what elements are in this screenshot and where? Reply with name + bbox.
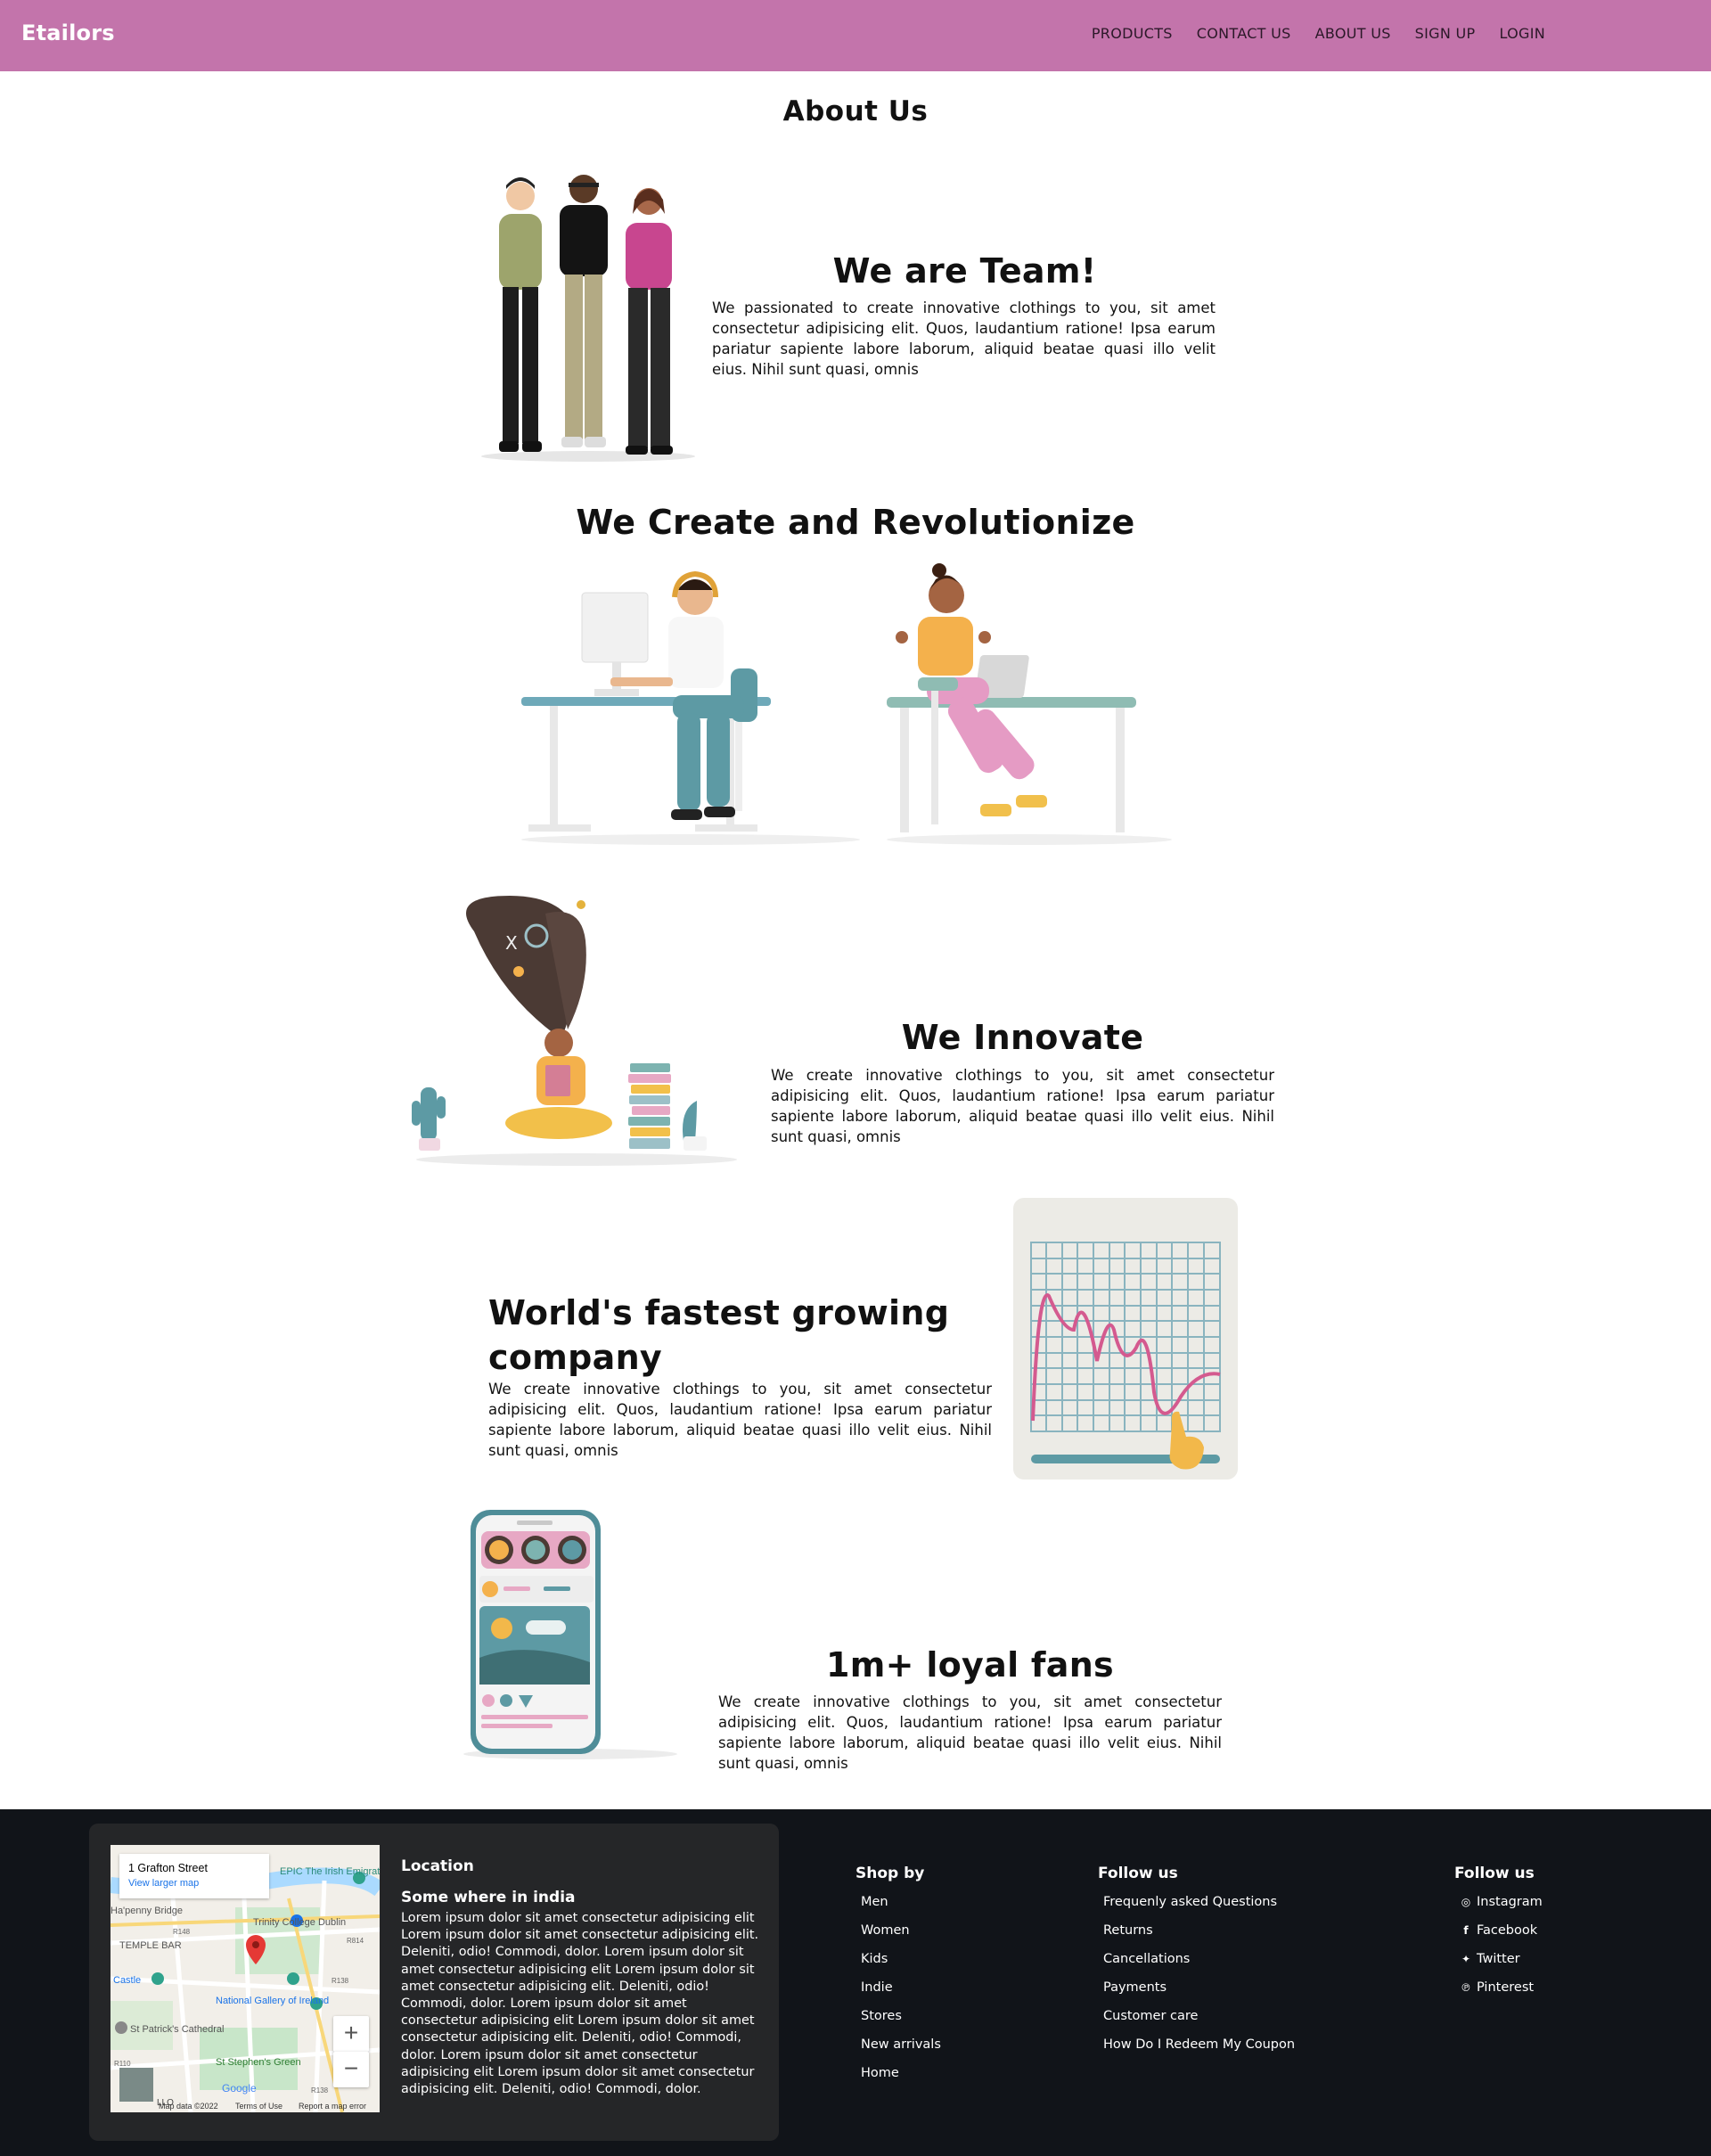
innovate-text: We create innovative clothings to you, s…	[771, 1067, 1274, 1145]
fans-text: We create innovative clothings to you, s…	[718, 1693, 1222, 1772]
innovate-heading: We Innovate	[901, 1018, 1144, 1057]
nav-link-sign-up[interactable]: SIGN UP	[1415, 25, 1476, 42]
nav-link-login[interactable]: LOGIN	[1499, 25, 1545, 42]
shop-link-kids[interactable]: Kids	[856, 1952, 941, 1966]
help-link-faq[interactable]: Frequenly asked Questions	[1098, 1895, 1295, 1909]
map-label-bridge: Ha'penny Bridge	[111, 1906, 183, 1916]
map-label-r814: R814	[347, 1937, 364, 1945]
shop-link-new-arrivals[interactable]: New arrivals	[856, 2037, 941, 2052]
location-subtitle: Some where in india	[401, 1889, 576, 1906]
social-link-instagram[interactable]: ◎ Instagram	[1454, 1895, 1543, 1909]
social-column: Follow us ◎ Instagram f Facebook ✦ Twitter …	[1454, 1865, 1543, 2009]
help-link-customer-care[interactable]: Customer care	[1098, 2009, 1295, 2023]
help-link-redeem-coupon[interactable]: How Do I Redeem My Coupon	[1098, 2037, 1295, 2052]
map-label-green: St Stephen's Green	[216, 2057, 301, 2068]
help-link-payments[interactable]: Payments	[1098, 1980, 1295, 1995]
growth-chart-illustration	[1011, 1196, 1240, 1481]
map-place-card: 1 Grafton Street View larger map	[119, 1854, 269, 1898]
pinterest-icon: ℗	[1461, 1981, 1471, 1994]
nav-link-about-us[interactable]: ABOUT US	[1315, 25, 1391, 42]
map-terms-link[interactable]: Terms of Use	[235, 2102, 282, 2111]
top-navbar: Etailors PRODUCTS CONTACT US ABOUT US SI…	[0, 0, 1711, 71]
map-label-r110: R110	[114, 2060, 131, 2068]
map-label-cathedral: St Patrick's Cathedral	[130, 2024, 224, 2035]
social-link-twitter[interactable]: ✦ Twitter	[1454, 1952, 1543, 1966]
fans-heading: 1m+ loyal fans	[826, 1645, 1114, 1685]
phone-illustration	[463, 1506, 686, 1760]
help-link-cancellations[interactable]: Cancellations	[1098, 1952, 1295, 1966]
social-label-facebook: Facebook	[1477, 1923, 1538, 1938]
brand-logo-link[interactable]: Etailors	[21, 20, 115, 45]
map-label-r148: R148	[173, 1928, 191, 1936]
team-illustration	[472, 169, 704, 463]
growing-heading: World's fastest growing company	[488, 1293, 950, 1377]
nav-link-contact-us[interactable]: CONTACT US	[1197, 25, 1291, 42]
zoom-out-button[interactable]: −	[333, 2052, 369, 2087]
nav-link-products[interactable]: PRODUCTS	[1092, 25, 1173, 42]
shop-link-home[interactable]: Home	[856, 2066, 941, 2080]
embedded-map[interactable]: EPIC The Irish Emigration Museum Ha'penn…	[111, 1845, 380, 2112]
site-footer: EPIC The Irish Emigration Museum Ha'penn…	[0, 1809, 1711, 2156]
map-label-gallery: National Gallery of Ireland	[216, 1996, 329, 2006]
svg-text:X: X	[505, 932, 518, 954]
man-at-desk-illustration	[512, 562, 869, 847]
google-logo: Google	[222, 2082, 257, 2095]
map-place-name: 1 Grafton Street	[128, 1862, 208, 1874]
page-title: About Us	[782, 95, 929, 127]
facebook-icon: f	[1463, 1924, 1469, 1937]
shop-by-column: Shop by Men Women Kids Indie Stores New …	[856, 1865, 941, 2095]
help-link-returns[interactable]: Returns	[1098, 1923, 1295, 1938]
innovate-illustration: X	[412, 878, 755, 1168]
map-label-epic: EPIC The Irish Emigration Museum	[280, 1866, 380, 1877]
social-label-pinterest: Pinterest	[1477, 1980, 1535, 1995]
team-heading: We are Team!	[832, 251, 1097, 291]
shop-link-women[interactable]: Women	[856, 1923, 941, 1938]
map-report-link[interactable]: Report a map error	[299, 2102, 366, 2111]
shop-link-indie[interactable]: Indie	[856, 1980, 941, 1995]
help-links-title: Follow us	[1098, 1865, 1178, 1882]
team-text: We passionated to create innovative clot…	[712, 299, 1216, 378]
shop-link-stores[interactable]: Stores	[856, 2009, 941, 2023]
woman-with-laptop-illustration	[882, 562, 1176, 847]
map-label-r138b: R138	[311, 2086, 329, 2095]
help-links-column: Follow us Frequenly asked Questions Retu…	[1098, 1865, 1295, 2066]
shop-by-title: Shop by	[856, 1865, 925, 1882]
social-link-pinterest[interactable]: ℗ Pinterest	[1454, 1980, 1543, 1995]
shop-link-men[interactable]: Men	[856, 1895, 941, 1909]
social-label-twitter: Twitter	[1477, 1952, 1520, 1966]
map-label-castle: Castle	[113, 1975, 141, 1986]
nav-links: PRODUCTS CONTACT US ABOUT US SIGN UP LOG…	[1092, 25, 1545, 42]
social-title: Follow us	[1454, 1865, 1535, 1882]
map-data-text: Map data ©2022	[159, 2102, 218, 2111]
view-larger-map-link[interactable]: View larger map	[128, 1878, 260, 1889]
map-label-temple: TEMPLE BAR	[119, 1940, 182, 1951]
social-link-facebook[interactable]: f Facebook	[1454, 1923, 1543, 1938]
twitter-icon: ✦	[1461, 1953, 1471, 1965]
instagram-icon: ◎	[1461, 1896, 1471, 1908]
growing-text: We create innovative clothings to you, s…	[488, 1381, 992, 1459]
create-heading: We Create and Revolutionize	[576, 503, 1135, 542]
zoom-in-button[interactable]: +	[333, 2016, 369, 2052]
map-label-r138: R138	[332, 1977, 349, 1985]
location-body-text: Lorem ipsum dolor sit amet consectetur a…	[401, 1911, 759, 2097]
social-label-instagram: Instagram	[1477, 1895, 1543, 1909]
map-label-college: Trinity College Dublin	[253, 1917, 346, 1928]
location-card: EPIC The Irish Emigration Museum Ha'penn…	[89, 1824, 779, 2141]
location-title: Location	[401, 1857, 474, 1875]
